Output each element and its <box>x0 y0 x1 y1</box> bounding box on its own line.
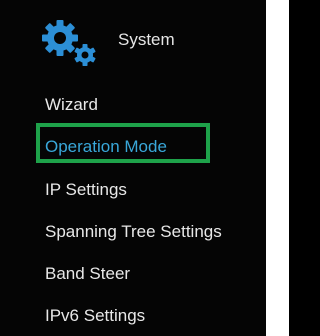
section-header: System <box>0 0 266 80</box>
nav-item-ip-settings[interactable]: IP Settings <box>45 180 127 200</box>
settings-sidebar: System Wizard Operation Mode IP Settings… <box>0 0 289 336</box>
nav-item-band-steer[interactable]: Band Steer <box>45 264 130 284</box>
nav-item-ipv6-settings[interactable]: IPv6 Settings <box>45 306 145 326</box>
nav-item-spanning-tree-settings[interactable]: Spanning Tree Settings <box>45 222 222 242</box>
selection-highlight-box <box>36 123 210 163</box>
right-edge-divider <box>266 0 289 336</box>
nav-item-wizard[interactable]: Wizard <box>45 95 98 115</box>
gears-icon <box>42 20 96 66</box>
section-title: System <box>118 30 175 49</box>
